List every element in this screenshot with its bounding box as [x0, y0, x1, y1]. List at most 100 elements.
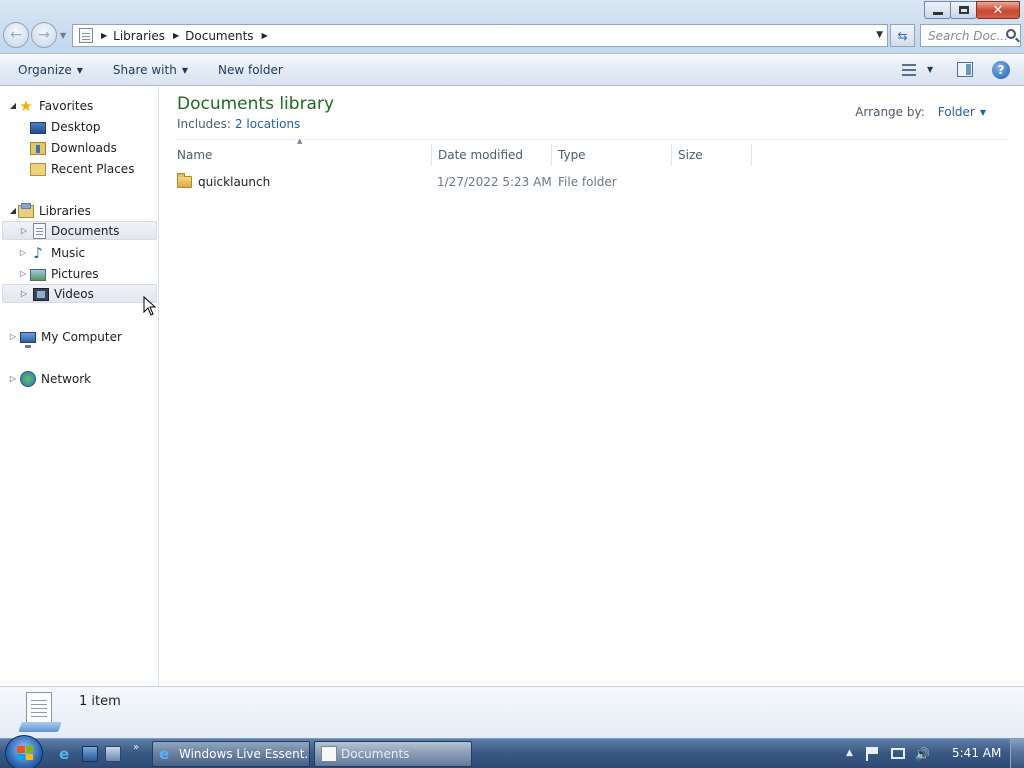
network-tray-icon[interactable] [891, 748, 905, 759]
taskbar-button-label: Documents [341, 747, 410, 761]
nav-documents-label: Documents [51, 223, 120, 238]
recent-pages-dropdown[interactable]: ▼ [60, 31, 66, 40]
search-input[interactable]: Search Doc... [920, 24, 1021, 47]
search-icon[interactable] [1006, 29, 1016, 39]
arrange-by-dropdown[interactable]: Folder [938, 105, 975, 119]
column-header-date-modified[interactable]: Date modified [432, 144, 552, 166]
switch-windows-icon[interactable] [105, 746, 121, 762]
arrange-by: Arrange by: Folder ▼ [855, 105, 986, 119]
nav-favorites[interactable]: ◢ ★ Favorites [8, 96, 93, 115]
minimize-button[interactable] [924, 1, 951, 19]
search-placeholder: Search Doc... [928, 28, 1008, 43]
forward-button[interactable]: → [31, 22, 57, 48]
navigation-pane: ◢ ★ Favorites Desktop Downloads Recent P… [0, 87, 159, 686]
breadcrumb-separator-icon[interactable]: ▶ [262, 31, 268, 40]
music-icon: ♪ [33, 243, 43, 262]
item-count: 1 item [79, 694, 121, 709]
column-header-type[interactable]: Type [552, 144, 672, 166]
collapsed-triangle-icon[interactable]: ▷ [18, 269, 28, 278]
new-folder-label: New folder [217, 63, 283, 77]
nav-downloads[interactable]: Downloads [30, 138, 117, 157]
taskbar-button-documents[interactable]: Documents [314, 741, 472, 767]
computer-icon [20, 331, 36, 348]
column-header-size[interactable]: Size [672, 144, 752, 166]
nav-desktop-label: Desktop [51, 119, 101, 134]
taskbar: e » e Windows Live Essent... Documents ▲… [0, 735, 1024, 768]
nav-desktop[interactable]: Desktop [30, 117, 101, 136]
pictures-icon [30, 268, 46, 281]
show-desktop-button[interactable] [1010, 739, 1024, 768]
collapsed-triangle-icon[interactable]: ▷ [8, 374, 18, 383]
action-center-flag-icon[interactable] [866, 747, 880, 761]
address-dropdown-icon[interactable]: ▼ [876, 30, 883, 40]
forward-arrow-icon: → [38, 27, 50, 43]
clock[interactable]: 5:41 AM [952, 746, 1001, 760]
back-button[interactable]: ← [3, 22, 29, 48]
restore-button[interactable] [950, 1, 977, 19]
details-pane: 1 item [0, 686, 1024, 738]
internet-explorer-icon[interactable]: e [59, 746, 75, 762]
show-hidden-icons-icon[interactable]: ▲ [846, 748, 853, 758]
nav-network[interactable]: ▷ Network [8, 369, 91, 388]
documents-location-icon [79, 28, 93, 43]
table-row[interactable]: quicklaunch 1/27/2022 5:23 AM File folde… [177, 172, 757, 192]
arrange-by-label: Arrange by: [855, 105, 925, 119]
column-size-label: Size [678, 148, 703, 162]
breadcrumb-separator-icon[interactable]: ▶ [173, 31, 179, 40]
change-view-icon[interactable] [902, 64, 916, 76]
taskbar-button-windows-live[interactable]: e Windows Live Essent... [152, 741, 310, 767]
column-name-label: Name [177, 148, 213, 162]
column-type-label: Type [558, 148, 586, 162]
chevron-down-icon: ▼ [76, 65, 83, 75]
network-icon [20, 370, 36, 387]
address-bar[interactable]: ▶ Libraries ▶ Documents ▶ ▼ [72, 24, 888, 47]
show-desktop-icon[interactable] [82, 746, 98, 762]
column-header-name[interactable]: Name [171, 144, 432, 166]
downloads-icon [30, 142, 46, 155]
quick-launch-more-icon[interactable]: » [133, 742, 139, 753]
nav-music[interactable]: ▷ ♪ Music [18, 243, 85, 262]
nav-my-computer[interactable]: ▷ My Computer [8, 327, 122, 348]
refresh-button[interactable]: ⇆ [890, 24, 915, 47]
start-button[interactable] [5, 735, 43, 768]
nav-pictures[interactable]: ▷ Pictures [18, 264, 99, 283]
breadcrumb-documents[interactable]: Documents [185, 29, 253, 43]
nav-recent-places-label: Recent Places [51, 161, 135, 176]
volume-icon[interactable]: 🔊 [915, 747, 930, 761]
command-bar: Organize ▼ Share with ▼ New folder ▼ ? [0, 55, 1024, 86]
breadcrumb-separator-icon[interactable]: ▶ [101, 31, 107, 40]
view-options-dropdown[interactable]: ▼ [927, 65, 933, 74]
help-icon[interactable]: ? [992, 61, 1010, 79]
library-title: Documents library [177, 94, 335, 114]
chevron-down-icon[interactable]: ▼ [980, 108, 986, 117]
organize-label: Organize [18, 63, 72, 77]
row-name: quicklaunch [198, 175, 271, 189]
expanded-triangle-icon[interactable]: ◢ [8, 206, 18, 215]
videos-icon [33, 288, 49, 301]
caption-buttons: ✕ [924, 1, 1020, 19]
folder-icon [177, 173, 192, 188]
preview-pane-icon[interactable] [957, 62, 973, 77]
nav-pictures-label: Pictures [51, 266, 99, 281]
nav-recent-places[interactable]: Recent Places [30, 159, 134, 178]
column-date-label: Date modified [438, 148, 524, 162]
organize-button[interactable]: Organize ▼ [18, 63, 83, 77]
breadcrumb-libraries[interactable]: Libraries [113, 29, 165, 43]
collapsed-triangle-icon[interactable]: ▷ [19, 226, 29, 235]
desktop-icon [30, 121, 46, 134]
share-with-button[interactable]: Share with ▼ [113, 63, 188, 77]
nav-documents[interactable]: ▷ Documents [2, 221, 157, 240]
collapsed-triangle-icon[interactable]: ▷ [18, 248, 28, 257]
nav-libraries[interactable]: ◢ Libraries [8, 201, 91, 220]
taskbar-button-label: Windows Live Essent... [179, 747, 310, 761]
collapsed-triangle-icon[interactable]: ▷ [8, 332, 18, 341]
nav-videos[interactable]: ▷ Videos [2, 284, 157, 303]
chevron-down-icon: ▼ [181, 65, 188, 75]
expanded-triangle-icon[interactable]: ◢ [8, 101, 18, 110]
close-button[interactable]: ✕ [976, 1, 1020, 19]
libraries-icon [18, 203, 34, 218]
locations-link[interactable]: 2 locations [235, 117, 300, 131]
share-with-label: Share with [112, 63, 177, 77]
collapsed-triangle-icon[interactable]: ▷ [19, 289, 29, 298]
new-folder-button[interactable]: New folder [218, 63, 283, 77]
